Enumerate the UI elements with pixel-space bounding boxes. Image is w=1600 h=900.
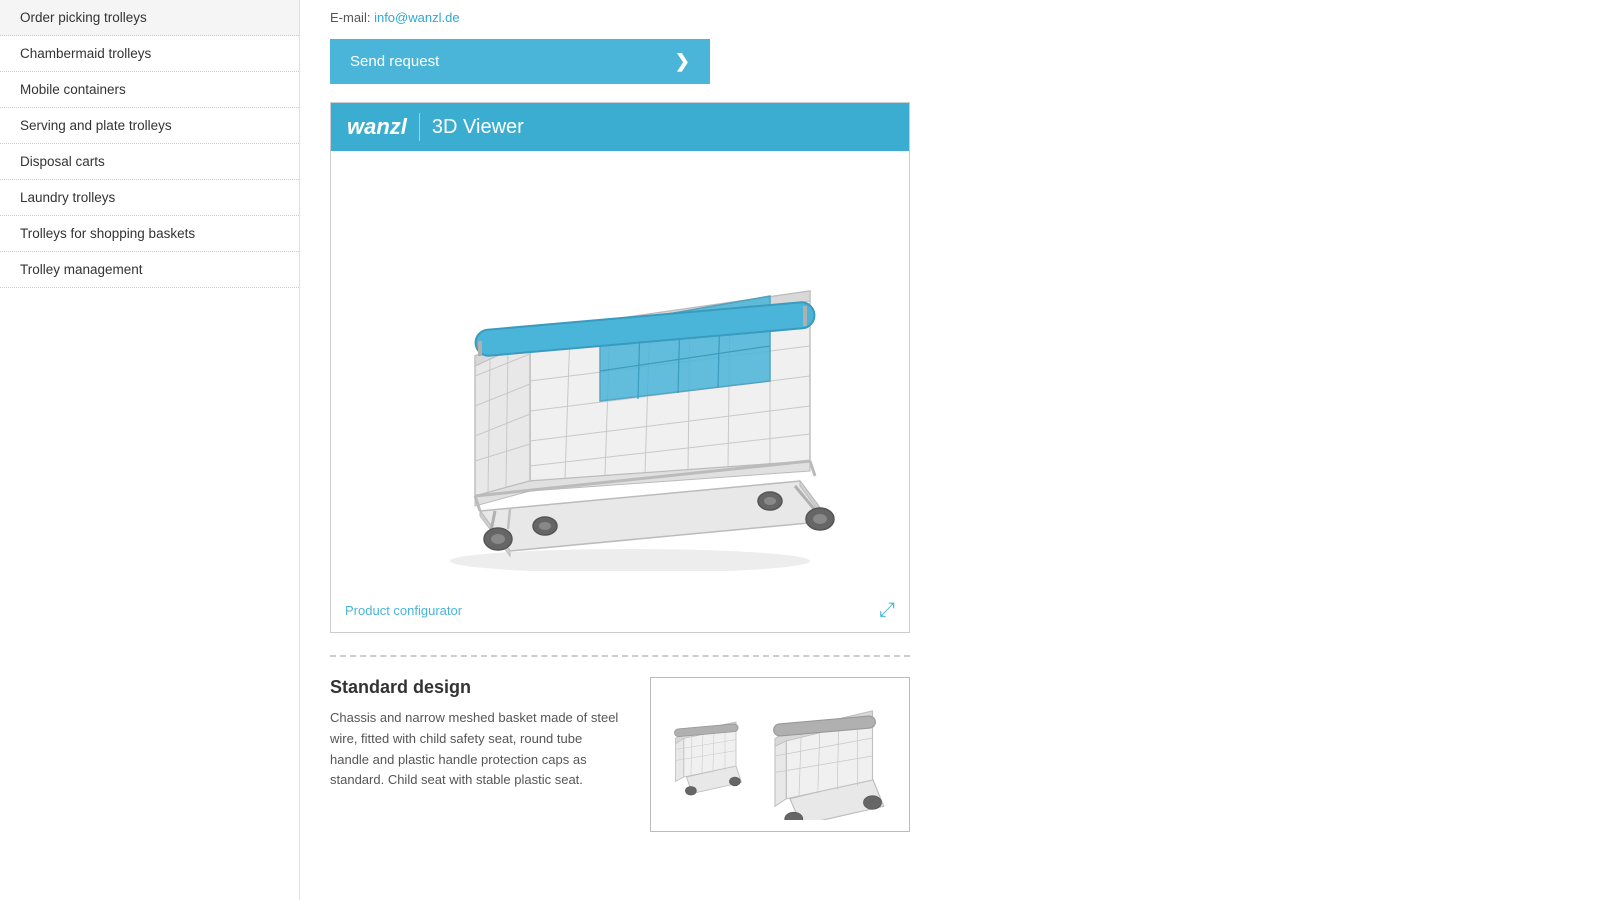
header-divider [419, 113, 420, 141]
sidebar-item-serving-plate-trolleys[interactable]: Serving and plate trolleys [0, 108, 299, 144]
sidebar-item-chambermaid-trolleys[interactable]: Chambermaid trolleys [0, 36, 299, 72]
product-configurator-link[interactable]: Product configurator [345, 603, 462, 618]
sidebar-item-disposal-carts[interactable]: Disposal carts [0, 144, 299, 180]
sidebar-item-order-picking-trolleys[interactable]: Order picking trolleys [0, 0, 299, 36]
email-row: E-mail: info@wanzl.de [330, 10, 1570, 25]
expand-icon[interactable]: ⤢ [879, 599, 895, 622]
send-request-label: Send request [350, 53, 439, 70]
email-link[interactable]: info@wanzl.de [374, 10, 459, 25]
sidebar-item-mobile-containers[interactable]: Mobile containers [0, 72, 299, 108]
sidebar: Order picking trolleys Chambermaid troll… [0, 0, 300, 900]
viewer-footer: Product configurator ⤢ [331, 591, 909, 632]
send-request-button[interactable]: Send request ❯ [330, 39, 710, 84]
standard-design-text: Standard design Chassis and narrow meshe… [330, 677, 620, 832]
standard-design-image [650, 677, 910, 832]
standard-design-section: Standard design Chassis and narrow meshe… [330, 655, 910, 832]
sidebar-item-laundry-trolleys[interactable]: Laundry trolleys [0, 180, 299, 216]
sidebar-item-trolleys-shopping-baskets[interactable]: Trolleys for shopping baskets [0, 216, 299, 252]
send-request-arrow-icon: ❯ [675, 51, 690, 72]
standard-design-description: Chassis and narrow meshed basket made of… [330, 708, 620, 791]
viewer-title: 3D Viewer [432, 116, 524, 139]
cart-3d-image [380, 171, 860, 571]
viewer-body [331, 151, 909, 591]
viewer-container: wanzl 3D Viewer [330, 102, 910, 633]
sidebar-item-trolley-management[interactable]: Trolley management [0, 252, 299, 288]
brand-logo: wanzl [347, 114, 407, 140]
email-label: E-mail: [330, 10, 370, 25]
standard-carts-svg [660, 690, 900, 820]
main-content: E-mail: info@wanzl.de Send request ❯ wan… [300, 0, 1600, 900]
standard-design-title: Standard design [330, 677, 620, 698]
viewer-header: wanzl 3D Viewer [331, 103, 909, 151]
